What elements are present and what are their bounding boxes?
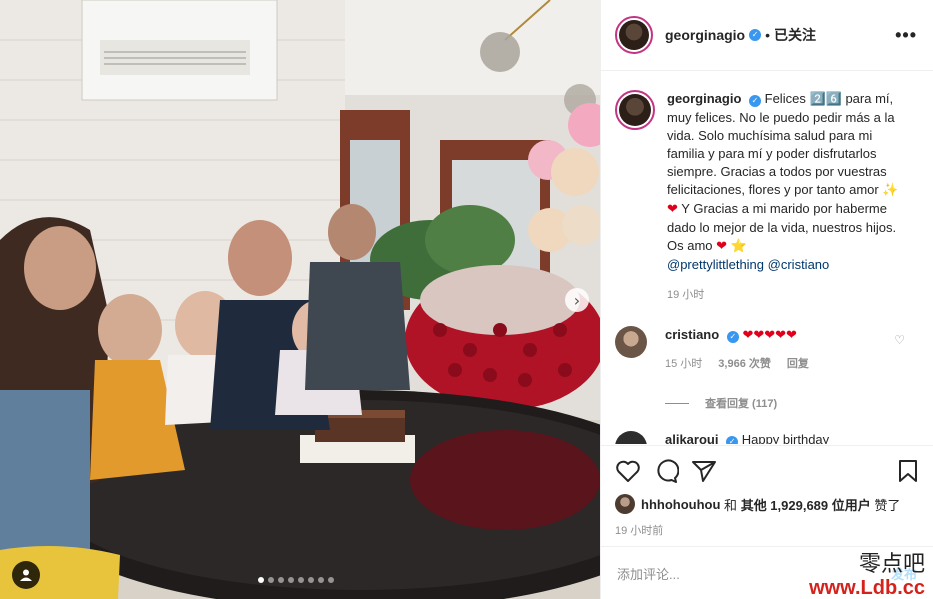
post-header: georginagio ✓ • 已关注 •••: [601, 0, 933, 71]
post-actions: hhhohouhou 和 其他 1,929,689 位用户 赞了 19 小时前: [601, 445, 933, 538]
more-options-icon[interactable]: •••: [895, 25, 917, 46]
carousel-dot: [308, 577, 314, 583]
comment-item: cristiano ✓ ❤❤❤❤❤ 15 小时 3,966 次赞 回复 ♡: [615, 326, 917, 373]
share-send-icon[interactable]: [691, 459, 717, 483]
comment-like-icon[interactable]: ♡: [894, 333, 905, 347]
likes-summary: hhhohouhou 和 其他 1,929,689 位用户 赞了: [615, 494, 919, 514]
author-username[interactable]: georginagio: [665, 27, 745, 43]
verified-badge-icon: ✓: [749, 29, 762, 41]
user-tag-icon: [20, 569, 32, 581]
post-photo[interactable]: ›: [0, 0, 600, 599]
view-replies-button[interactable]: 查看回复 (117): [665, 395, 917, 411]
caption-text-1: Felices: [764, 91, 806, 106]
comment-input[interactable]: 添加评论...: [617, 564, 680, 583]
caption-avatar[interactable]: [615, 90, 655, 130]
liker-avatar[interactable]: [615, 494, 635, 514]
caption-username[interactable]: georginagio: [667, 91, 741, 106]
carousel-dot: [328, 577, 334, 583]
view-replies-label: 查看回复 (117): [705, 398, 778, 410]
follow-status-button[interactable]: 已关注: [774, 25, 816, 45]
comment-likes[interactable]: 3,966 次赞: [718, 355, 771, 373]
comment-text: Happy birthday: [741, 432, 830, 444]
star-emoji-icon: ⭐: [730, 239, 747, 254]
post-sidebar: georginagio ✓ • 已关注 ••• georginagio ✓ Fe…: [600, 0, 933, 599]
verified-badge-icon: ✓: [726, 436, 739, 444]
bookmark-save-icon[interactable]: [897, 459, 919, 483]
carousel-dot: [278, 577, 284, 583]
replies-divider: [665, 402, 689, 404]
carousel-dot: [288, 577, 294, 583]
author-avatar[interactable]: [615, 16, 653, 54]
liker-username[interactable]: hhhohouhou: [641, 497, 720, 512]
caption-text-2: para mí, muy felices. No le puedo pedir …: [667, 91, 895, 197]
commenter-username[interactable]: cristiano: [665, 327, 719, 342]
next-slide-button[interactable]: ›: [565, 288, 589, 312]
reply-button[interactable]: 回复: [787, 355, 809, 373]
comments-list[interactable]: georginagio ✓ Felices 2️⃣6️⃣ para mí, mu…: [601, 72, 933, 444]
comment-item: alikaroui ✓ Happy birthday: [615, 431, 917, 444]
post-timestamp: 19 小时前: [615, 525, 664, 537]
mention-link[interactable]: @cristiano: [768, 257, 830, 272]
carousel-indicator: [258, 577, 334, 583]
verified-badge-icon: ✓: [749, 95, 762, 107]
commenter-username[interactable]: alikaroui: [665, 432, 718, 444]
number-emoji: 2️⃣6️⃣: [809, 92, 842, 107]
heart-emoji-icon: ❤: [667, 202, 678, 217]
carousel-dot: [258, 577, 264, 583]
caption-text: georginagio ✓ Felices 2️⃣6️⃣ para mí, mu…: [667, 90, 907, 304]
sparkles-icon: ✨: [882, 183, 899, 198]
chevron-right-icon: ›: [573, 290, 581, 310]
header-separator: •: [765, 27, 771, 43]
comment-bubble-icon[interactable]: [653, 458, 679, 484]
carousel-dot: [298, 577, 304, 583]
verified-badge-icon: ✓: [726, 331, 739, 343]
commenter-avatar[interactable]: [615, 326, 647, 358]
commenter-avatar[interactable]: [615, 431, 647, 444]
carousel-dot: [268, 577, 274, 583]
post-view: › georginagio ✓ • 已关注 ••• georginagio ✓ …: [0, 0, 933, 599]
like-heart-icon[interactable]: [615, 459, 641, 483]
caption-time: 19 小时: [667, 289, 705, 301]
post-caption: georginagio ✓ Felices 2️⃣6️⃣ para mí, mu…: [615, 90, 917, 304]
comment-time: 15 小时: [665, 358, 703, 370]
likes-suffix: 赞了: [874, 497, 901, 513]
comment-text: ❤❤❤❤❤: [742, 328, 797, 343]
likes-others-link[interactable]: 其他 1,929,689 位用户: [741, 495, 871, 514]
mention-link[interactable]: @prettylittlething: [667, 257, 764, 272]
tagged-users-button[interactable]: [12, 561, 40, 589]
watermark-line-1: 零点吧: [858, 552, 925, 577]
carousel-dot: [318, 577, 324, 583]
family-photo-illustration: [0, 0, 600, 599]
caption-text-3: Y Gracias a mi marido por haberme dado l…: [667, 201, 897, 253]
heart-emoji-icon: ❤: [716, 239, 728, 254]
likes-and: 和: [724, 497, 738, 513]
watermark-line-2: www.Ldb.cc: [809, 577, 925, 599]
site-watermark: 零点吧 www.Ldb.cc: [809, 553, 925, 599]
